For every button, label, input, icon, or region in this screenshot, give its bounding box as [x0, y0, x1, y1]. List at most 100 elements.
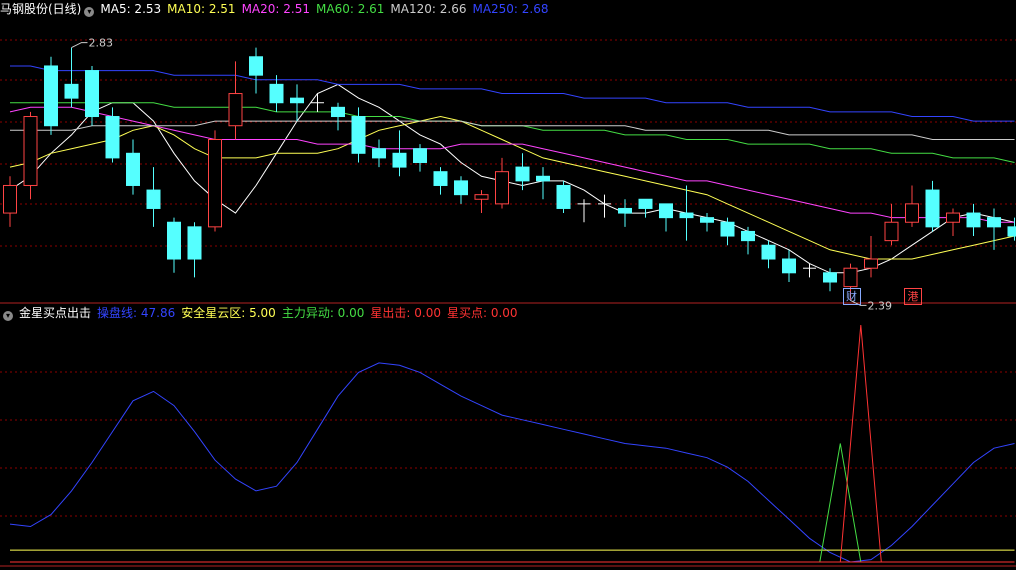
candle-body-0 [3, 184, 17, 214]
indicator-label-1: 安全星云区: 5.00 [181, 306, 276, 320]
candle-body-38 [782, 258, 796, 274]
candle-37 [761, 240, 776, 269]
candle-body-26 [536, 175, 550, 182]
candle-18 [372, 139, 386, 168]
candle-42 [864, 236, 878, 278]
candle-body-24 [495, 171, 509, 205]
chart-title: 马钢股份(日线) [0, 2, 82, 16]
candle-body-5 [105, 116, 120, 159]
candle-body-19 [392, 152, 407, 168]
candle-body-4 [85, 70, 99, 118]
candle-body-20 [413, 148, 427, 163]
indicator-legend: 操盘线: 47.86 安全星云区: 5.00 主力异动: 0.00 星出击: 0.00… [97, 306, 524, 320]
indicator-label-2: 主力异动: 0.00 [281, 306, 365, 320]
candle-31 [638, 198, 653, 218]
candle-body-46 [946, 212, 960, 223]
ma-line-ma10 [9, 115, 1015, 260]
event-tag-1[interactable]: 港 [904, 288, 922, 305]
candle-body-31 [638, 198, 653, 209]
candle-12 [249, 47, 263, 94]
candle-body-42 [864, 258, 878, 269]
indicator-settings-icon[interactable]: ▾ [3, 311, 13, 321]
candle-20 [413, 144, 427, 172]
candle-body-16 [331, 106, 345, 118]
candle-body-1 [23, 116, 38, 186]
candle-19 [392, 130, 407, 177]
candle-35 [720, 217, 735, 246]
candle-43 [884, 203, 899, 246]
candle-body-22 [454, 180, 468, 196]
ma-line-ma120 [10, 120, 1015, 140]
candle-38 [782, 249, 796, 282]
candle-45 [925, 180, 940, 232]
candle-22 [454, 176, 468, 204]
ma-line-ma20 [9, 106, 1015, 223]
candle-body-11 [228, 93, 243, 127]
candle-40 [823, 268, 837, 292]
candle-body-25 [515, 166, 530, 182]
candle-3 [64, 47, 79, 108]
ma-line-ma5 [9, 83, 1015, 274]
candle-body-7 [146, 189, 161, 209]
main-panel-header: 马钢股份(日线) ▾ MA5: 2.53 MA10: 2.51 MA20: 2.51 MA… [0, 0, 561, 18]
candle-body-3 [64, 83, 79, 99]
candle-body-18 [372, 148, 386, 159]
candle-body-17 [351, 116, 366, 154]
candle-body-8 [167, 221, 181, 260]
candle-23 [474, 190, 489, 214]
candle-16 [331, 102, 345, 131]
candle-21 [433, 167, 448, 195]
candle-body-30 [618, 207, 632, 214]
candle-body-14 [290, 97, 304, 104]
candle-body-44 [905, 203, 919, 223]
candle-body-12 [249, 56, 263, 76]
candle-13 [269, 75, 284, 112]
ma-legend: MA5: 2.53 MA10: 2.51 MA20: 2.51 MA60: 2.61 M… [100, 2, 554, 16]
candle-body-9 [187, 226, 202, 260]
ma-label-5: MA250: 2.68 [472, 2, 549, 16]
candle-body-36 [741, 230, 755, 242]
candle-32 [659, 203, 673, 232]
event-tag-0[interactable]: 财 [842, 288, 861, 305]
candle-body-41 [843, 267, 858, 288]
candle-1 [23, 111, 38, 200]
candle-body-13 [269, 83, 284, 104]
indicator-panel-grid [0, 371, 1016, 567]
ma-label-0: MA5: 2.53 [100, 2, 162, 16]
candle-body-23 [474, 194, 489, 200]
candle-30 [618, 199, 632, 227]
candle-15 [311, 93, 324, 112]
moving-average-lines [9, 65, 1015, 274]
candle-body-27 [556, 184, 571, 209]
candle-body-40 [823, 272, 837, 283]
candle-4 [85, 65, 99, 126]
candle-body-37 [761, 244, 776, 260]
candle-44 [905, 185, 919, 227]
candle-48 [987, 208, 1001, 250]
ma-label-1: MA10: 2.51 [167, 2, 236, 16]
candle-34 [700, 213, 714, 232]
candle-36 [741, 226, 755, 255]
candle-8 [167, 217, 181, 273]
low-marker-label: 2.39 [868, 299, 893, 312]
ma-line-ma250 [10, 65, 1015, 122]
stock-chart[interactable]: 2.83 2.39 [0, 0, 1016, 570]
high-marker-arrow [71, 42, 88, 49]
candle-10 [208, 130, 222, 232]
ma-label-4: MA120: 2.66 [390, 2, 467, 16]
ma-label-3: MA60: 2.61 [316, 2, 385, 16]
candlestick-series[interactable] [3, 47, 1016, 301]
candle-body-34 [700, 217, 714, 223]
candle-body-10 [208, 139, 222, 228]
candle-body-2 [44, 65, 58, 127]
high-marker-label: 2.83 [89, 37, 114, 50]
candle-body-21 [433, 171, 448, 186]
settings-gear-icon[interactable]: ▾ [84, 7, 95, 17]
candle-body-32 [659, 203, 673, 219]
indicator-title: 金星买点出击 [19, 306, 92, 320]
candle-2 [44, 56, 58, 135]
candle-6 [126, 139, 140, 195]
candle-26 [536, 167, 550, 200]
candle-0 [3, 176, 17, 227]
indicator-label-0: 操盘线: 47.86 [97, 306, 176, 320]
